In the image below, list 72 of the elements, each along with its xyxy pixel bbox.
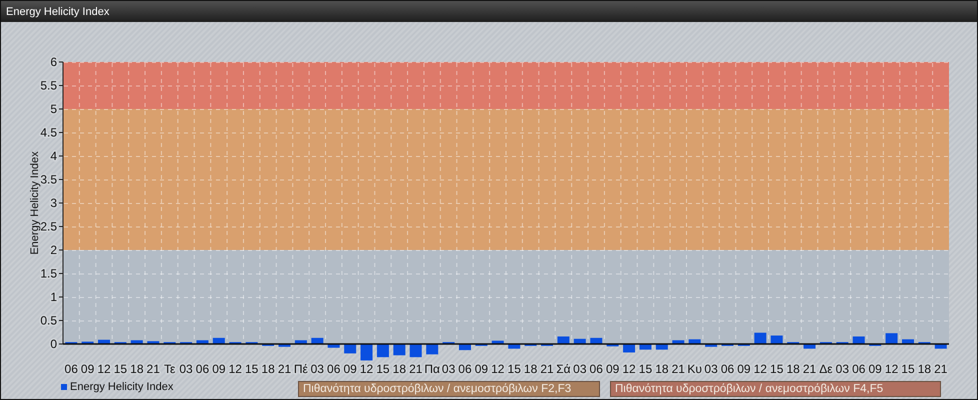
- x-tick-label: 12: [884, 362, 898, 376]
- x-tick-label: 09: [80, 362, 94, 376]
- x-tick-label: 09: [343, 362, 357, 376]
- x-tick-label: 06: [327, 362, 340, 376]
- x-tick-label: 03: [442, 362, 456, 376]
- y-tick-label: 5: [50, 102, 57, 116]
- x-tick-label: 09: [868, 362, 882, 376]
- x-tick-label: 03: [573, 362, 587, 376]
- x-tick-label: Πα: [424, 362, 440, 376]
- x-tick-label: Πέ: [294, 362, 308, 376]
- x-tick-label: Σά: [556, 362, 571, 376]
- x-tick-label: 09: [737, 362, 751, 376]
- x-tick-label: 21: [540, 362, 554, 376]
- x-tick-label: 12: [228, 362, 242, 376]
- y-tick-label: 4: [50, 149, 57, 163]
- x-tick-label: 09: [606, 362, 620, 376]
- y-tick-label: 5.5: [40, 78, 57, 92]
- x-tick-label: 12: [622, 362, 636, 376]
- x-tick-label: 06: [64, 362, 78, 376]
- window-title: Energy Helicity Index: [6, 6, 110, 18]
- x-tick-label: 12: [97, 362, 111, 376]
- x-tick-label: 06: [590, 362, 603, 376]
- x-tick-label: 03: [836, 362, 850, 376]
- band-legend-label: Πιθανότητα υδροστρόβιλων / ανεμοστρόβιλων F4,F5: [610, 381, 941, 397]
- x-tick-label: 18: [392, 362, 406, 376]
- x-tick-label: 06: [852, 362, 866, 376]
- x-tick-label: 21: [934, 362, 948, 376]
- y-tick-label: 2: [50, 243, 57, 257]
- y-tick-label: 0.5: [40, 314, 57, 328]
- x-tick-label: Δε: [819, 362, 833, 376]
- x-tick-label: 15: [114, 362, 128, 376]
- x-tick-label: 21: [672, 362, 685, 376]
- x-tick-label: 12: [360, 362, 374, 376]
- x-tick-label: 21: [278, 362, 292, 376]
- legend-label: Energy Helicity Index: [70, 381, 174, 393]
- x-tick-label: 09: [212, 362, 226, 376]
- x-tick-label: 15: [638, 362, 652, 376]
- y-tick-label: 3: [50, 196, 57, 210]
- x-tick-label: 21: [146, 362, 160, 376]
- y-tick-label: 0: [50, 337, 57, 351]
- x-tick-label: 03: [179, 362, 193, 376]
- x-tick-label: 06: [458, 362, 472, 376]
- x-tick-label: 15: [245, 362, 258, 376]
- y-tick-label: 1.5: [40, 266, 57, 280]
- y-axis-title: Energy Helicity Index: [29, 151, 41, 255]
- y-tick-label: 4.5: [40, 126, 57, 140]
- x-tick-label: 18: [130, 362, 144, 376]
- x-tick-label: 15: [770, 362, 784, 376]
- x-tick-label: 15: [508, 362, 521, 376]
- x-tick-label: Τε: [164, 362, 176, 376]
- x-tick-label: 06: [196, 362, 210, 376]
- x-tick-label: 12: [491, 362, 504, 376]
- x-tick-label: 21: [802, 362, 816, 376]
- x-tick-label: 18: [261, 362, 275, 376]
- x-tick-label: 03: [310, 362, 324, 376]
- x-tick-label: 18: [524, 362, 538, 376]
- x-tick-label: 12: [754, 362, 767, 376]
- x-tick-label: Κυ: [687, 362, 702, 376]
- x-tick-label: 03: [704, 362, 718, 376]
- y-tick-label: 1: [50, 290, 57, 304]
- band-legend-label: Πιθανότητα υδροστρόβιλων / ανεμοστρόβιλων F2,F3: [298, 381, 600, 397]
- x-tick-label: 18: [655, 362, 669, 376]
- x-tick-label: 21: [409, 362, 422, 376]
- x-tick-label: 06: [720, 362, 734, 376]
- y-tick-label: 2.5: [40, 220, 57, 234]
- y-tick-label: 6: [50, 55, 57, 69]
- x-tick-label: 09: [474, 362, 488, 376]
- x-tick-label: 18: [786, 362, 800, 376]
- x-tick-label: 15: [901, 362, 915, 376]
- x-tick-label: 18: [918, 362, 932, 376]
- x-tick-label: 15: [376, 362, 390, 376]
- y-tick-label: 3.5: [40, 172, 57, 186]
